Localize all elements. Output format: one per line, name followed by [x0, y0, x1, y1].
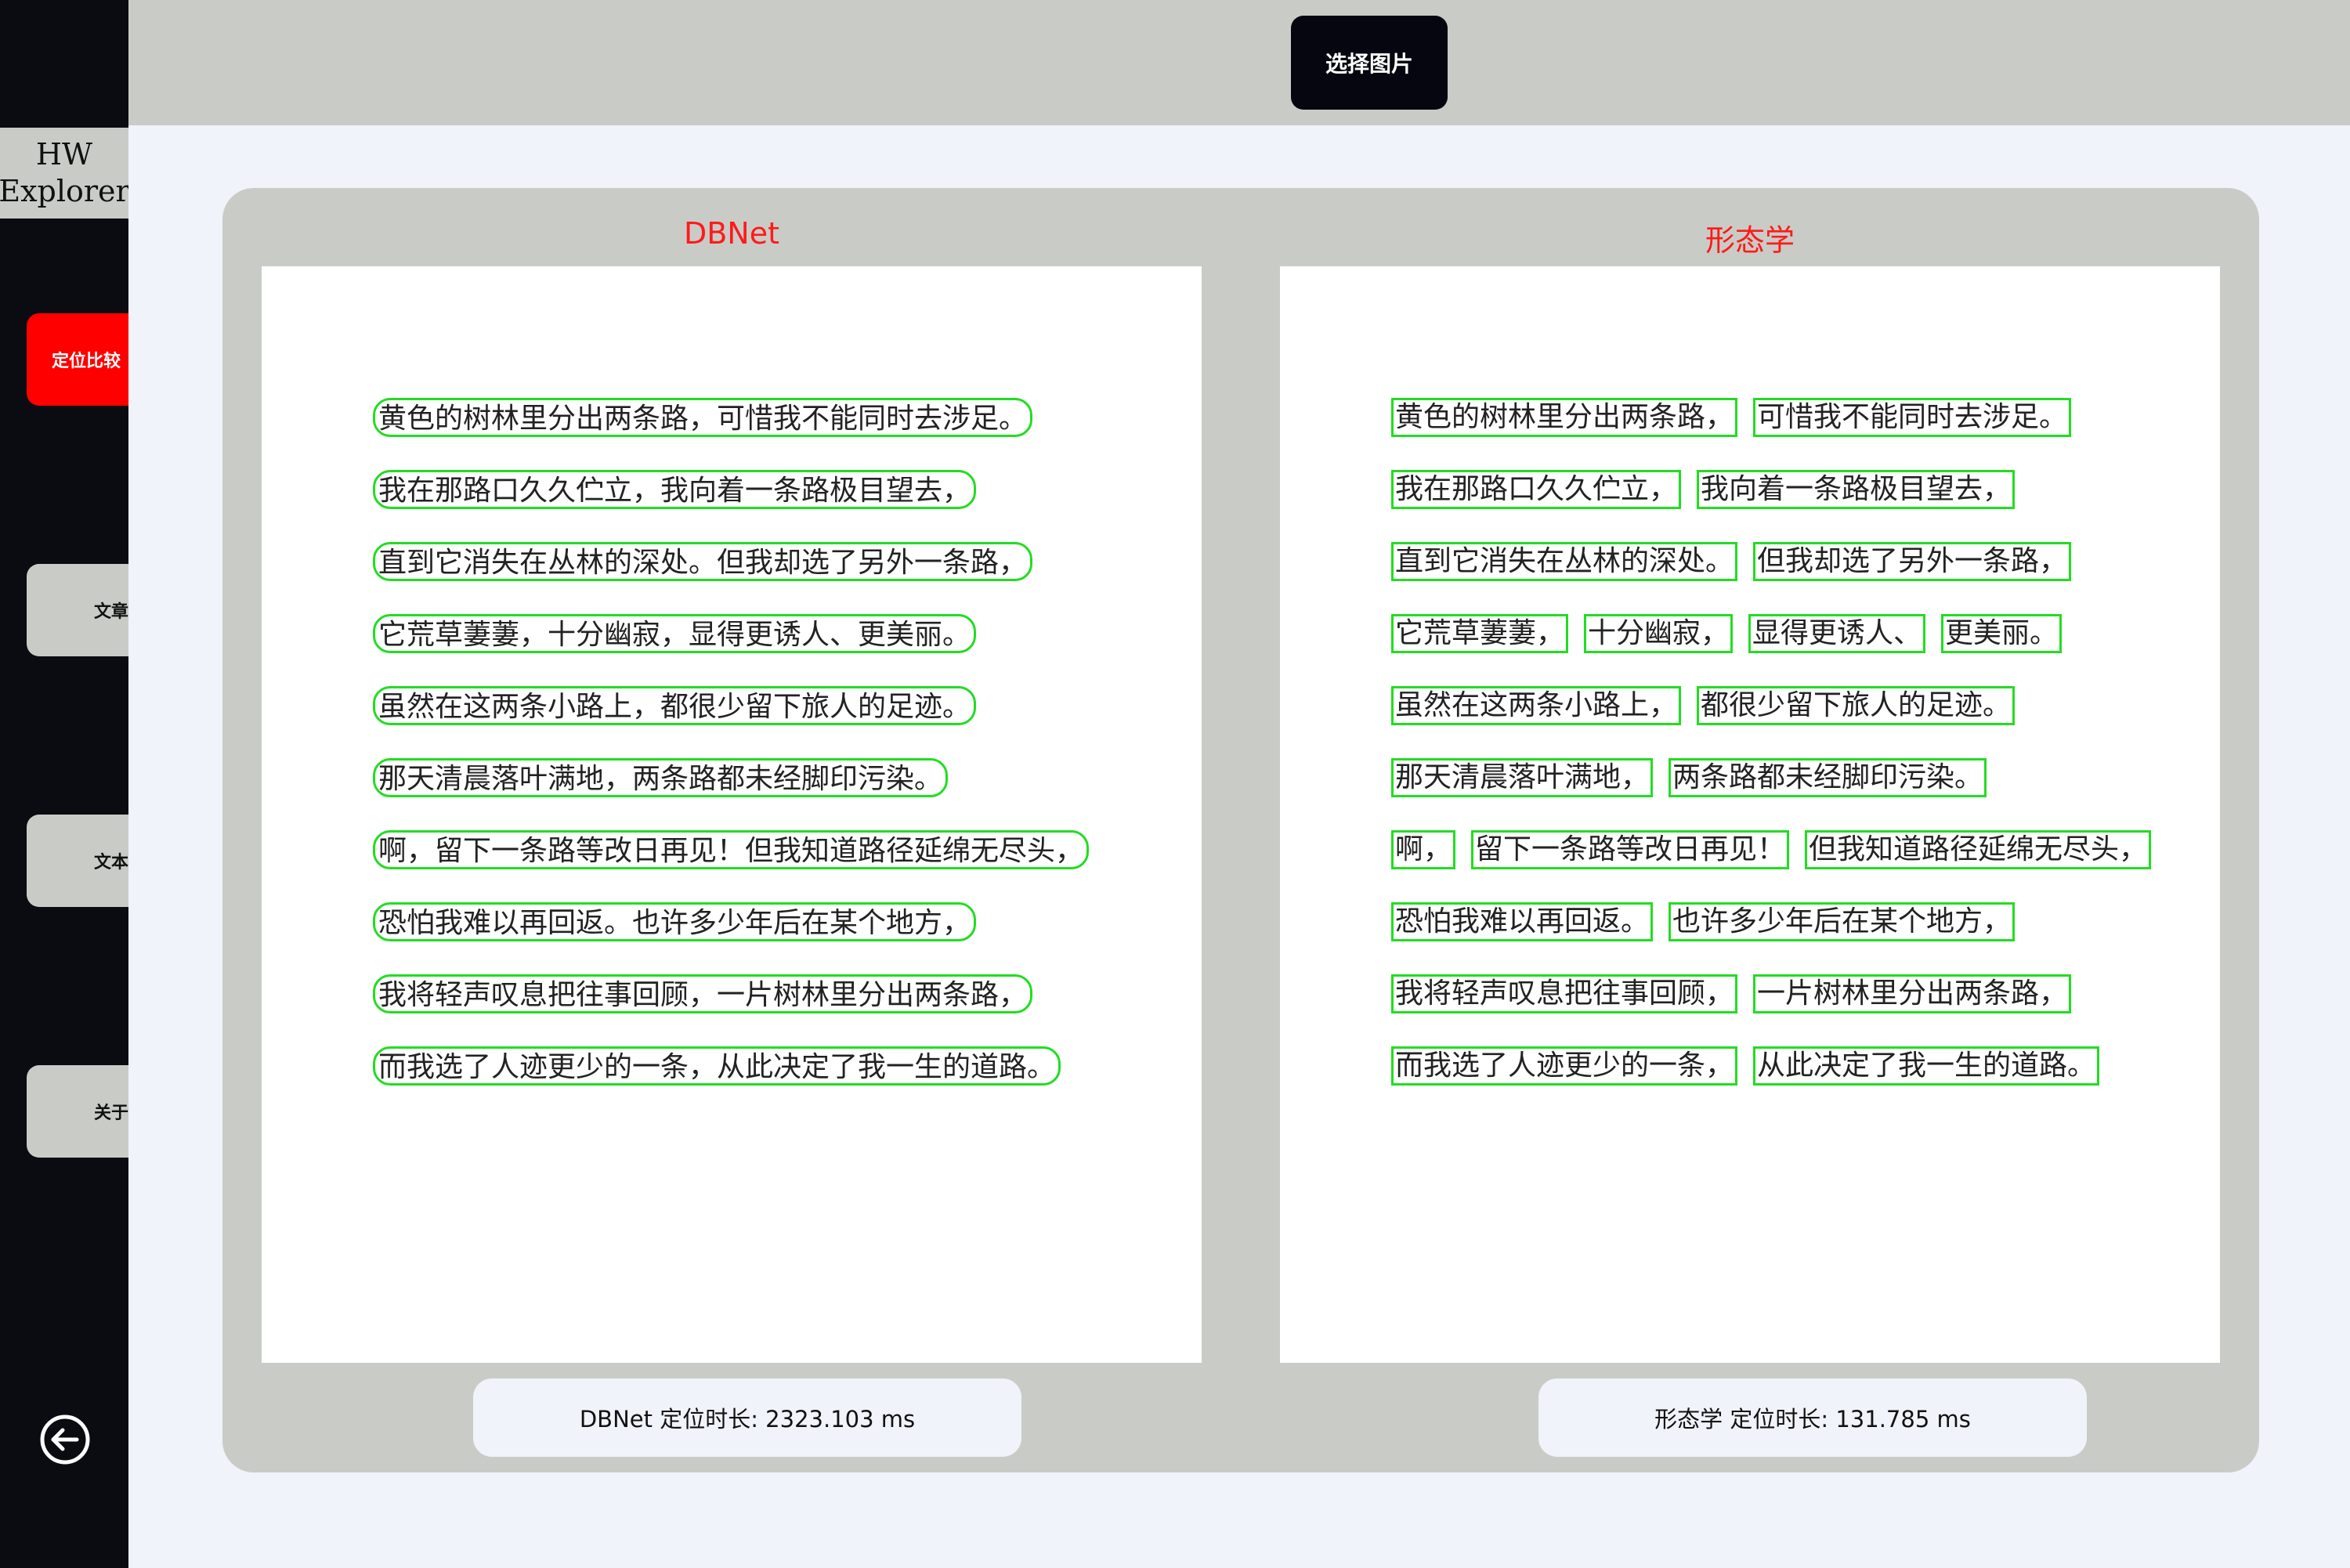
dbnet-detected-line: 直到它消失在丛林的深处。但我却选了另外一条路，: [373, 542, 1033, 581]
brand-line-1: HW: [35, 137, 93, 172]
nav-item-textline[interactable]: 文本行: [27, 815, 128, 907]
morphology-detected-segment: 留下一条路等改日再见！: [1471, 830, 1790, 869]
morphology-detected-segment: 也许多少年后在某个地方，: [1668, 902, 2016, 941]
nav-item-label: 关于: [94, 1104, 128, 1123]
app-brand: HW Explorer: [0, 128, 128, 219]
morphology-detected-segment: 而我选了人迹更少的一条，: [1391, 1046, 1738, 1086]
morphology-detected-line: 那天清晨落叶满地， 两条路都未经脚印污染。: [1391, 758, 2002, 797]
nav-item-label: 定位比较: [52, 352, 121, 371]
nav-item-about[interactable]: 关于: [27, 1065, 128, 1158]
dbnet-detected-line: 那天清晨落叶满地，两条路都未经脚印污染。: [373, 758, 949, 797]
morphology-title: 形态学: [1705, 223, 1795, 258]
dbnet-detected-line: 而我选了人迹更少的一条，从此决定了我一生的道路。: [373, 1046, 1061, 1086]
morphology-detected-segment: 但我却选了另外一条路，: [1753, 542, 2072, 581]
dbnet-detected-line: 我将轻声叹息把往事回顾，一片树林里分出两条路，: [373, 974, 1033, 1013]
morphology-detected-line: 恐怕我难以再回返。 也许多少年后在某个地方，: [1391, 902, 2030, 941]
morphology-detected-segment: 它荒草萋萋，: [1391, 614, 1569, 653]
morphology-detected-segment: 虽然在这两条小路上，: [1391, 686, 1682, 725]
morphology-detected-segment: 显得更诱人、: [1748, 614, 1926, 653]
dbnet-title: DBNet: [683, 216, 780, 251]
morphology-detected-segment: 十分幽寂，: [1584, 614, 1734, 653]
morphology-detected-segment: 啊，: [1391, 830, 1456, 869]
brand-line-2: Explorer: [0, 174, 128, 208]
morphology-detected-segment: 两条路都未经脚印污染。: [1668, 758, 1987, 797]
morphology-detected-line: 啊， 留下一条路等改日再见！ 但我知道路径延绵无尽头，: [1391, 830, 2167, 869]
morphology-detected-line: 虽然在这两条小路上， 都很少留下旅人的足迹。: [1391, 686, 2030, 725]
morphology-detected-segment: 我将轻声叹息把往事回顾，: [1391, 974, 1738, 1013]
logout-icon[interactable]: [39, 1414, 91, 1465]
nav-item-label: 文本行: [94, 853, 128, 873]
comparison-panel: DBNet 形态学 黄色的树林里分出两条路，可惜我不能同时去涉足。 我在那路口久久…: [222, 188, 2259, 1472]
top-toolbar: 选择图片: [128, 0, 2350, 125]
morphology-detected-segment: 我在那路口久久伫立，: [1391, 470, 1682, 509]
morphology-detected-segment: 一片树林里分出两条路，: [1753, 974, 2072, 1013]
sidebar: HW Explorer 定位比较 文章 文本行 关于: [0, 0, 128, 1568]
dbnet-detected-line: 黄色的树林里分出两条路，可惜我不能同时去涉足。: [373, 398, 1033, 437]
morphology-detected-segment: 直到它消失在丛林的深处。: [1391, 542, 1738, 581]
morphology-detected-line: 而我选了人迹更少的一条， 从此决定了我一生的道路。: [1391, 1046, 2115, 1086]
morphology-detected-line: 我将轻声叹息把往事回顾， 一片树林里分出两条路，: [1391, 974, 2087, 1013]
morphology-detected-line: 直到它消失在丛林的深处。 但我却选了另外一条路，: [1391, 542, 2087, 581]
morphology-detected-segment: 黄色的树林里分出两条路，: [1391, 398, 1738, 437]
dbnet-result-image: 黄色的树林里分出两条路，可惜我不能同时去涉足。 我在那路口久久伫立，我向着一条路极…: [262, 266, 1202, 1363]
morphology-detected-line: 我在那路口久久伫立， 我向着一条路极目望去，: [1391, 470, 2030, 509]
morphology-detected-segment: 都很少留下旅人的足迹。: [1697, 686, 2016, 725]
nav-item-compare[interactable]: 定位比较: [27, 313, 128, 406]
morphology-timing: 形态学 定位时长: 131.785 ms: [1538, 1378, 2087, 1457]
morphology-detected-line: 黄色的树林里分出两条路， 可惜我不能同时去涉足。: [1391, 398, 2087, 437]
dbnet-detected-line: 啊，留下一条路等改日再见！但我知道路径延绵无尽头，: [373, 830, 1090, 869]
morphology-result-image: 黄色的树林里分出两条路， 可惜我不能同时去涉足。我在那路口久久伫立， 我向着一条路极…: [1280, 266, 2220, 1363]
nav-item-label: 文章: [94, 602, 128, 622]
morphology-detected-segment: 更美丽。: [1941, 614, 2063, 653]
nav-item-article[interactable]: 文章: [27, 564, 128, 656]
dbnet-detected-line: 虽然在这两条小路上，都很少留下旅人的足迹。: [373, 686, 977, 725]
morphology-detected-segment: 可惜我不能同时去涉足。: [1753, 398, 2072, 437]
morphology-detected-segment: 但我知道路径延绵无尽头，: [1805, 830, 2152, 869]
morphology-detected-segment: 从此决定了我一生的道路。: [1753, 1046, 2100, 1086]
dbnet-detected-line: 它荒草萋萋，十分幽寂，显得更诱人、更美丽。: [373, 614, 977, 653]
morphology-detected-segment: 我向着一条路极目望去，: [1697, 470, 2016, 509]
select-image-button[interactable]: 选择图片: [1291, 16, 1448, 110]
dbnet-detected-line: 我在那路口久久伫立，我向着一条路极目望去，: [373, 470, 977, 509]
morphology-detected-segment: 恐怕我难以再回返。: [1391, 902, 1654, 941]
morphology-detected-segment: 那天清晨落叶满地，: [1391, 758, 1654, 797]
dbnet-timing: DBNet 定位时长: 2323.103 ms: [473, 1378, 1021, 1457]
morphology-detected-line: 它荒草萋萋， 十分幽寂， 显得更诱人、 更美丽。: [1391, 614, 2077, 653]
dbnet-detected-line: 恐怕我难以再回返。也许多少年后在某个地方，: [373, 902, 977, 941]
